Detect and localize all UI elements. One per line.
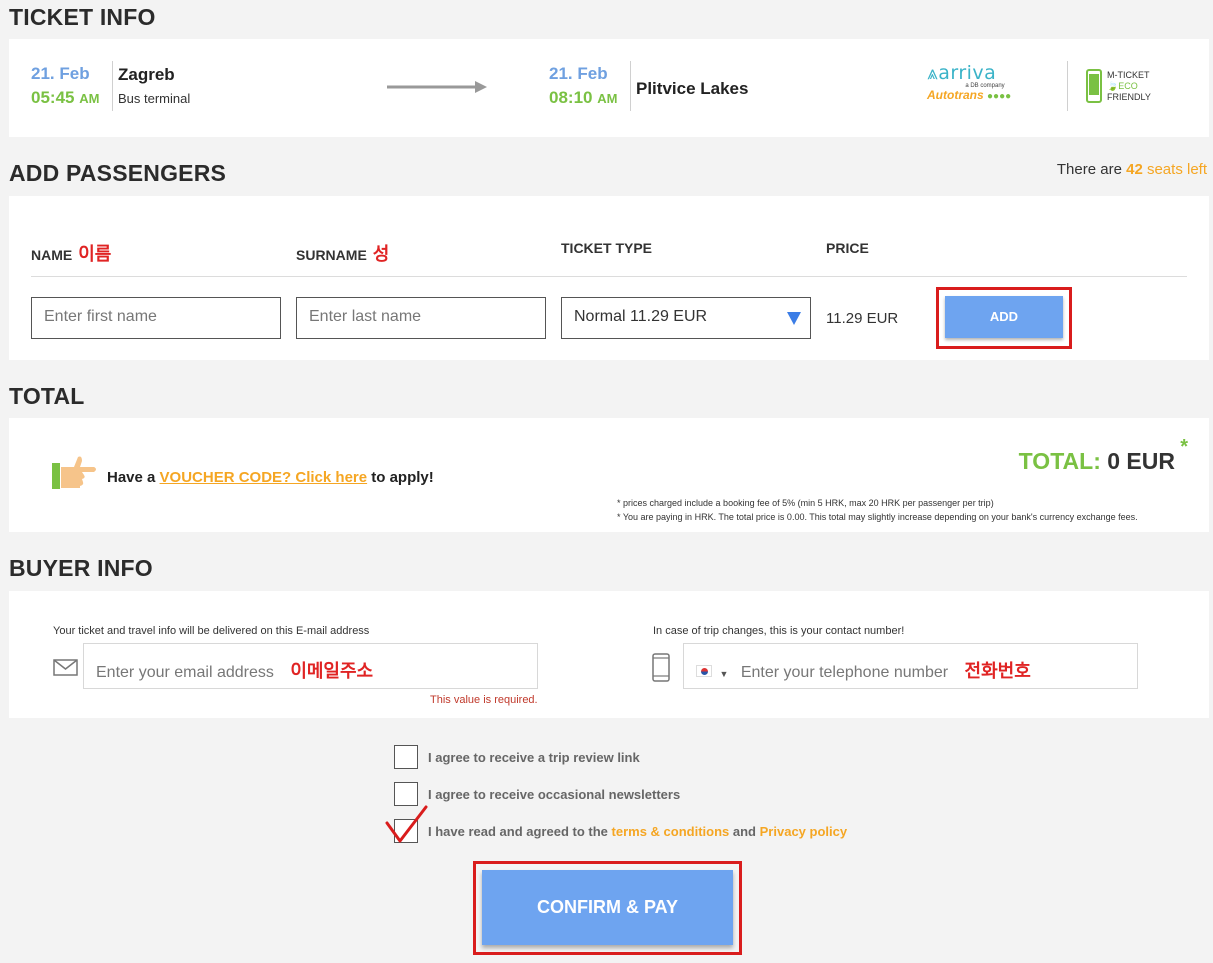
add-passenger-button[interactable]: ADD (945, 296, 1063, 338)
terms-label: I have read and agreed to the terms & co… (428, 824, 848, 839)
dropdown-arrow-icon (787, 312, 801, 325)
fee-note: * prices charged include a booking fee o… (617, 498, 994, 508)
country-dropdown-icon[interactable]: ▼ (719, 669, 728, 679)
phone-hint: In case of trip changes, this is your co… (653, 625, 905, 637)
departure-city: Zagreb (118, 65, 175, 84)
phone-input[interactable]: ▼ Enter your telephone number 전화번호 (683, 643, 1138, 689)
currency-note: * You are paying in HRK. The total price… (617, 512, 1138, 522)
column-header-ticket-type: TICKET TYPE (561, 240, 653, 256)
first-name-input[interactable]: Enter first name (31, 297, 281, 339)
email-error: This value is required. (430, 694, 538, 706)
ticket-info-title: TICKET INFO (9, 4, 156, 30)
last-name-input[interactable]: Enter last name (296, 297, 546, 339)
buyer-info-title: BUYER INFO (9, 555, 153, 581)
arrow-right-icon (387, 81, 487, 93)
seats-left-text: There are 42 seats left (1056, 161, 1207, 178)
eco-badge: M-TICKET 🍃ECO FRIENDLY (1107, 70, 1151, 102)
departure-date: 21. Feb (31, 64, 90, 83)
divider (112, 61, 113, 111)
arrival-time: 08:10 AM (549, 88, 618, 107)
carrier-logo: ⩓arriva a DB company Autotrans ●●●● (927, 63, 1023, 103)
email-input[interactable]: Enter your email address 이메일주소 (83, 643, 538, 689)
divider (630, 61, 631, 111)
departure-station: Bus terminal (118, 91, 191, 106)
pointing-hand-icon (52, 456, 96, 489)
privacy-link[interactable]: Privacy policy (760, 824, 847, 839)
confirm-pay-button[interactable]: CONFIRM & PAY (482, 870, 733, 945)
column-header-price: PRICE (826, 240, 869, 256)
divider (31, 276, 1187, 277)
autotrans-logo: Autotrans ●●●● (927, 88, 1012, 103)
divider (1067, 61, 1068, 111)
price-value: 11.29 EUR (826, 310, 899, 327)
voucher-text: Have a VOUCHER CODE? Click here to apply… (107, 469, 434, 486)
arrival-date: 21. Feb (549, 64, 608, 83)
newsletter-checkbox[interactable] (394, 782, 418, 806)
column-header-name: NAME 이름 (31, 244, 112, 264)
ticket-info-panel: 21. Feb 05:45 AM Zagreb Bus terminal 21.… (9, 39, 1209, 137)
total-amount: TOTAL: 0 EUR * (1018, 436, 1188, 474)
email-hint: Your ticket and travel info will be deli… (53, 625, 370, 637)
korea-flag-icon[interactable] (696, 664, 712, 677)
newsletter-label: I agree to receive occasional newsletter… (428, 787, 681, 802)
column-header-surname: SURNAME 성 (296, 244, 390, 264)
mobile-phone-icon (652, 653, 670, 682)
review-link-label: I agree to receive a trip review link (428, 750, 640, 765)
departure-time: 05:45 AM (31, 88, 100, 107)
checkmark-icon (385, 805, 428, 843)
ticket-type-value: Normal 11.29 EUR (574, 308, 708, 325)
envelope-icon (53, 659, 78, 676)
ticket-type-select[interactable]: Normal 11.29 EUR (561, 297, 811, 339)
arrival-city: Plitvice Lakes (636, 79, 749, 98)
arriva-logo-text: ⩓arriva (927, 62, 997, 84)
total-title: TOTAL (9, 383, 85, 409)
review-link-checkbox[interactable] (394, 745, 418, 769)
voucher-link[interactable]: VOUCHER CODE? Click here (160, 469, 368, 486)
terms-link[interactable]: terms & conditions (612, 824, 730, 839)
phone-eco-icon (1086, 69, 1102, 103)
add-passengers-title: ADD PASSENGERS (9, 160, 227, 186)
